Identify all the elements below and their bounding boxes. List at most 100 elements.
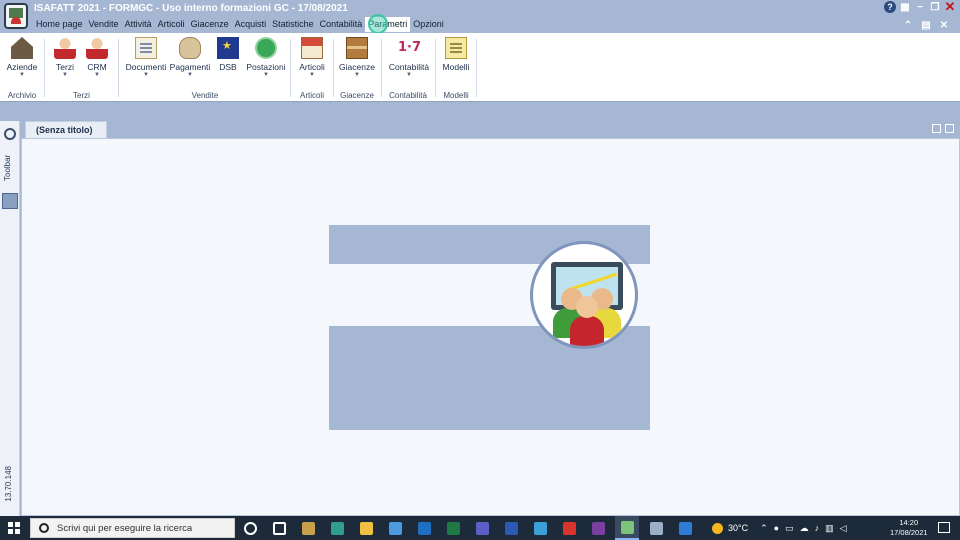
menu-home-page[interactable]: Home page: [33, 17, 86, 32]
app-logo-icon[interactable]: [4, 3, 28, 29]
network-icon[interactable]: ▥: [825, 523, 834, 534]
key-icon: [301, 521, 315, 535]
chevron-down-icon: ▼: [406, 72, 412, 78]
aziende-button[interactable]: Aziende ▼: [2, 37, 42, 83]
modelli-button[interactable]: Modelli: [437, 37, 475, 83]
task-view-taskbar-button[interactable]: [238, 516, 262, 540]
help-icon[interactable]: ?: [884, 1, 896, 13]
globe-icon: [255, 37, 277, 59]
menu-articoli[interactable]: Articoli: [155, 17, 188, 32]
dsb-button[interactable]: DSB: [208, 37, 248, 83]
group-label-modelli: Modelli: [443, 91, 469, 100]
group-divider: [476, 39, 477, 97]
group-label-vendite: Vendite: [191, 91, 219, 100]
window-controls: ? ▦ − ❐ ✕: [884, 0, 956, 14]
modelli-label: Modelli: [442, 62, 470, 72]
file-explorer-icon: [359, 521, 373, 535]
windows-icon: [8, 522, 20, 534]
menu-statistiche[interactable]: Statistiche: [269, 17, 317, 32]
widgets-icon: [272, 521, 286, 535]
group-label-terzi: Terzi: [73, 91, 90, 100]
document-tab[interactable]: (Senza titolo): [25, 121, 107, 138]
restore-document-icon[interactable]: [932, 124, 941, 133]
outlook-taskbar-button[interactable]: [412, 516, 436, 540]
close-icon[interactable]: ✕: [944, 0, 956, 14]
search-placeholder: Scrivi qui per eseguire la ricerca: [57, 522, 193, 534]
ribbon-group-articoli: Articoli ▼ Articoli: [292, 33, 332, 102]
menu-opzioni[interactable]: Opzioni: [410, 17, 447, 32]
navigation-icon[interactable]: [4, 128, 16, 140]
notification-icon[interactable]: [938, 522, 950, 533]
download-taskbar-button[interactable]: [644, 516, 668, 540]
chevron-up-icon[interactable]: ⌃: [760, 523, 768, 534]
key-taskbar-button[interactable]: [296, 516, 320, 540]
grid-icon[interactable]: ▦: [899, 1, 911, 13]
record-icon[interactable]: ●: [774, 523, 779, 534]
money-bag-icon: [179, 37, 201, 59]
acrobat-taskbar-button[interactable]: [557, 516, 581, 540]
start-button[interactable]: [0, 516, 28, 540]
contabilita-button[interactable]: 1·7 Contabilità ▼: [387, 37, 431, 83]
clock-date: 17/08/2021: [890, 528, 928, 537]
teams-taskbar-button[interactable]: [470, 516, 494, 540]
close-document-icon[interactable]: [945, 124, 954, 133]
postazioni-label: Postazioni: [246, 62, 286, 72]
box-icon: [346, 37, 368, 59]
edge-taskbar-button[interactable]: [325, 516, 349, 540]
microphone-icon[interactable]: ♪: [815, 523, 820, 534]
close-document-icon[interactable]: ✕: [938, 19, 950, 31]
webex-taskbar-button[interactable]: [528, 516, 552, 540]
taskbar-search[interactable]: Scrivi qui per eseguire la ricerca: [30, 518, 235, 538]
postazioni-button[interactable]: Postazioni ▼: [244, 37, 288, 83]
ribbon-group-vendite: Documenti ▼ Pagamenti ▼ DSB Postazioni ▼…: [120, 33, 290, 102]
crm-button[interactable]: CRM ▼: [77, 37, 117, 83]
collapse-ribbon-icon[interactable]: ⌃: [902, 19, 914, 31]
weather-icon[interactable]: [712, 522, 723, 534]
menu-vendite[interactable]: Vendite: [86, 17, 122, 32]
onenote-icon: [591, 521, 605, 535]
word-taskbar-button[interactable]: [499, 516, 523, 540]
system-tray: 30°C ⌃ ● ▭ ☁ ♪ ▥ ◁: [712, 516, 847, 540]
calculator-icon[interactable]: ▤: [920, 19, 932, 31]
chevron-down-icon: ▼: [263, 72, 269, 78]
menu-attivita[interactable]: Attività: [122, 17, 155, 32]
onenote-taskbar-button[interactable]: [586, 516, 610, 540]
group-divider: [118, 39, 119, 97]
ribbon-group-terzi: Terzi ▼ CRM ▼ Terzi: [45, 33, 118, 102]
isafatt-taskbar-button[interactable]: [615, 516, 639, 540]
documenti-button[interactable]: Documenti ▼: [125, 37, 167, 83]
house-icon: [11, 37, 33, 59]
cloud-icon[interactable]: ☁: [800, 523, 809, 534]
task-view-icon: [243, 521, 257, 535]
giacenze-button[interactable]: Giacenze ▼: [337, 37, 377, 83]
file-explorer-taskbar-button[interactable]: [354, 516, 378, 540]
battery-icon[interactable]: ▭: [785, 523, 794, 534]
excel-taskbar-button[interactable]: [441, 516, 465, 540]
help-taskbar-button[interactable]: [673, 516, 697, 540]
chevron-down-icon: ▼: [143, 72, 149, 78]
clock[interactable]: 14:20 17/08/2021: [890, 518, 928, 538]
weather-temp[interactable]: 30°C: [728, 523, 748, 533]
version-label: 13.70.148: [4, 466, 13, 502]
minimize-icon[interactable]: −: [914, 1, 926, 13]
menu-contabilita[interactable]: Contabilità: [317, 17, 366, 32]
menu-acquisti[interactable]: Acquisti: [232, 17, 270, 32]
note-icon: [445, 37, 467, 59]
giacenze-label: Giacenze: [339, 62, 375, 72]
group-label-archivio: Archivio: [7, 91, 37, 100]
widgets-taskbar-button[interactable]: [267, 516, 291, 540]
articoli-button[interactable]: Articoli ▼: [292, 37, 332, 83]
webex-icon: [533, 521, 547, 535]
toolbar-tab[interactable]: Toolbar: [3, 151, 17, 185]
restore-icon[interactable]: ❐: [929, 1, 941, 13]
pagamenti-button[interactable]: Pagamenti ▼: [169, 37, 211, 83]
menu-giacenze[interactable]: Giacenze: [188, 17, 232, 32]
volume-icon[interactable]: ◁: [840, 523, 847, 534]
pagamenti-label: Pagamenti: [169, 62, 211, 72]
eu-flag-icon: [217, 37, 239, 59]
person-icon: [54, 37, 76, 59]
store-icon: [388, 521, 402, 535]
ribbon-group-modelli: Modelli Modelli: [437, 33, 475, 102]
store-taskbar-button[interactable]: [383, 516, 407, 540]
pin-icon[interactable]: [2, 193, 18, 209]
